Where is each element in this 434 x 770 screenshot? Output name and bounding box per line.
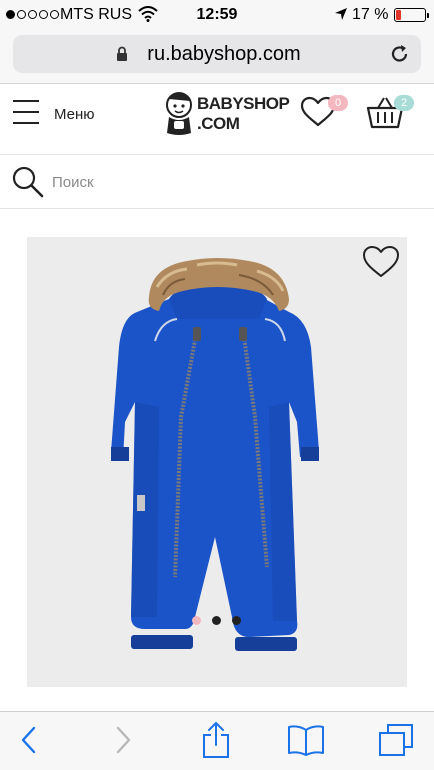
search-input[interactable] bbox=[52, 170, 392, 194]
wishlist-count-badge: 0 bbox=[328, 95, 348, 111]
wishlist-button[interactable]: 0 bbox=[300, 95, 348, 133]
carousel-dot[interactable] bbox=[212, 616, 221, 625]
address-bar[interactable]: ru.babyshop.com bbox=[13, 35, 421, 73]
baby-mascot-icon bbox=[166, 92, 192, 135]
carousel-dot[interactable] bbox=[192, 616, 201, 625]
logo-line-2: .COM bbox=[197, 114, 240, 133]
product-image[interactable] bbox=[27, 237, 407, 687]
forward-icon[interactable] bbox=[112, 725, 134, 755]
babyshop-logo[interactable]: BABYSHOP .COM bbox=[163, 89, 290, 141]
reload-icon[interactable] bbox=[389, 43, 411, 65]
url-text: ru.babyshop.com bbox=[147, 43, 301, 65]
hamburger-menu-icon[interactable] bbox=[13, 100, 39, 126]
site-header: Меню BABYSHOP .COM 0 2 bbox=[0, 85, 434, 155]
product-title-peek bbox=[0, 703, 434, 711]
bookmarks-icon[interactable] bbox=[287, 724, 325, 756]
share-icon[interactable] bbox=[201, 721, 231, 759]
logo-wordmark: BABYSHOP .COM bbox=[197, 94, 290, 134]
browser-address-area: ru.babyshop.com bbox=[0, 30, 434, 84]
battery-level-fill bbox=[396, 10, 401, 20]
logo-line-1: BABYSHOP bbox=[197, 94, 290, 113]
back-icon[interactable] bbox=[18, 725, 40, 755]
add-to-favorites-heart-icon[interactable] bbox=[362, 245, 400, 279]
browser-toolbar bbox=[0, 711, 434, 770]
tabs-icon[interactable] bbox=[378, 723, 414, 757]
search-bar bbox=[0, 156, 434, 209]
cart-count-badge: 2 bbox=[394, 95, 414, 111]
battery-percentage: 17 % bbox=[352, 6, 389, 23]
menu-label[interactable]: Меню bbox=[54, 106, 95, 123]
location-arrow-icon bbox=[335, 8, 347, 20]
carousel-dot[interactable] bbox=[232, 616, 241, 625]
image-carousel-indicator[interactable] bbox=[192, 616, 241, 625]
cart-button[interactable]: 2 bbox=[366, 95, 414, 135]
battery-icon bbox=[394, 8, 429, 22]
status-bar: MTS RUS 12:59 17 % bbox=[0, 0, 434, 30]
search-icon[interactable] bbox=[11, 165, 45, 199]
